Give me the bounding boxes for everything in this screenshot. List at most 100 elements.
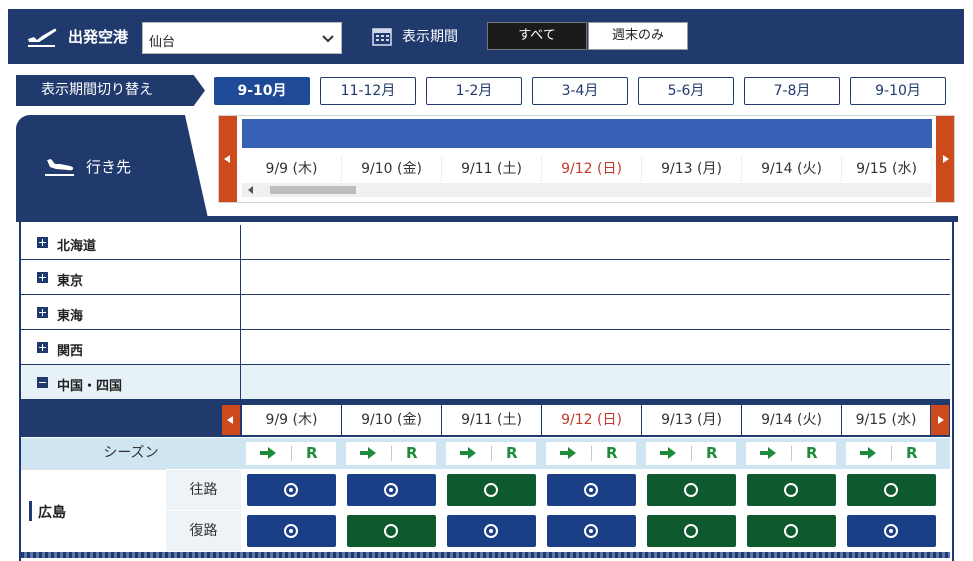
expanded-dates-next-button[interactable] [931,405,949,435]
header-date: 9/10 (金) [342,156,442,182]
period-tab-5-6[interactable]: 5-6月 [638,77,734,105]
region-cell: 中国・四国 [21,365,241,399]
show-all-button[interactable]: すべて [487,22,587,50]
arrow-right-icon [360,447,376,459]
period-tab-3-4[interactable]: 3-4月 [532,77,628,105]
season-cell: R [546,442,636,465]
arrow-right-icon [560,447,576,459]
season-cell: R [646,442,736,465]
destination-label: 行き先 [86,158,132,176]
outbound-availability-button[interactable] [847,474,936,506]
expanded-date-sunday: 9/12 (日) [542,405,641,435]
expand-plus-icon[interactable] [37,237,48,248]
outbound-availability-button[interactable] [747,474,836,506]
region-row-tokai[interactable]: 東海 [21,295,950,330]
chevron-right-icon [938,416,944,424]
outbound-availability-button[interactable] [447,474,536,506]
outbound-label: 往路 [166,469,241,510]
return-availability-button[interactable] [247,515,336,547]
period-tab-9-10-current[interactable]: 9-10月 [214,77,310,105]
expand-plus-icon[interactable] [37,342,48,353]
expanded-date: 9/10 (金) [342,405,441,435]
arrow-right-icon [460,447,476,459]
outbound-availability-button[interactable] [647,474,736,506]
region-cell: 東京 [21,260,241,294]
season-code: R [406,444,418,462]
departure-airport-select[interactable]: 仙台 [142,22,342,54]
weekend-only-button[interactable]: 週末のみ [588,22,688,50]
header-date: 9/13 (月) [642,156,742,182]
season-code: R [306,444,318,462]
season-separator [391,446,392,461]
departure-airport-value: 仙台 [149,35,176,50]
header-date-strip: 9/9 (木) 9/10 (金) 9/11 (土) 9/12 (日) 9/13 … [218,115,955,203]
available-dot-icon [289,529,293,533]
available-dot-icon [489,529,493,533]
scroll-left-arrow-icon[interactable] [248,186,253,194]
region-row-hokkaido[interactable]: 北海道 [21,225,950,260]
arrow-right-icon [660,447,676,459]
outbound-availability-button[interactable] [247,474,336,506]
period-tab-1-2[interactable]: 1-2月 [426,77,522,105]
region-row-chugoku-shikoku[interactable]: 中国・四国 [21,365,950,400]
season-cell: R [746,442,836,465]
return-label: 復路 [166,510,241,551]
region-label: 東海 [57,309,84,324]
available-dot-icon [389,488,393,492]
season-code: R [806,444,818,462]
available-dot-icon [289,488,293,492]
return-availability-button[interactable] [847,515,936,547]
chevron-right-icon [943,155,949,163]
available-dot-icon [589,488,593,492]
available-circle-icon [484,483,498,497]
return-availability-button[interactable] [747,515,836,547]
return-availability-button[interactable] [347,515,436,547]
outbound-availability-button[interactable] [547,474,636,506]
date-strip-next-button[interactable] [936,116,954,202]
horizontal-scrollbar[interactable] [242,183,932,197]
available-circle-icon [884,483,898,497]
destination-tab: 行き先 [16,115,208,218]
region-cell: 東海 [21,295,241,329]
region-row-tokyo[interactable]: 東京 [21,260,950,295]
season-label: シーズン [103,445,159,461]
city-name: 広島 [38,505,66,521]
season-code: R [606,444,618,462]
expand-plus-icon[interactable] [37,307,48,318]
season-cell: R [846,442,936,465]
region-row-kansai[interactable]: 関西 [21,330,950,365]
header-date: 9/9 (木) [242,156,342,182]
arrow-right-icon [860,447,876,459]
chevron-down-icon [322,35,334,43]
available-circle-icon [784,524,798,538]
table-bottom-edge [21,552,950,558]
period-tab-9-10-next[interactable]: 9-10月 [850,77,946,105]
city-cell: 広島 [21,469,166,552]
page: 出発空港 仙台 表示期間 すべて 週末のみ 表示期間切り替え 9-10月 11-… [0,0,973,561]
available-dot-icon [889,529,893,533]
season-cell: R [246,442,336,465]
collapse-minus-icon[interactable] [37,377,48,388]
expand-plus-icon[interactable] [37,272,48,283]
expanded-dates-prev-button[interactable] [222,405,240,435]
season-code: R [706,444,718,462]
expanded-date: 9/15 (水) [842,405,930,435]
display-period-label: 表示期間 [402,29,458,45]
region-label: 中国・四国 [57,379,123,394]
season-cell: R [346,442,436,465]
season-separator [491,446,492,461]
arrow-right-icon [760,447,776,459]
region-label: 北海道 [57,239,97,254]
scrollbar-thumb[interactable] [270,186,356,194]
period-tab-11-12[interactable]: 11-12月 [320,77,416,105]
period-tab-7-8[interactable]: 7-8月 [744,77,840,105]
date-strip-band [242,119,932,148]
available-circle-icon [384,524,398,538]
return-availability-button[interactable] [647,515,736,547]
return-availability-button[interactable] [547,515,636,547]
return-availability-button[interactable] [447,515,536,547]
outbound-availability-button[interactable] [347,474,436,506]
region-cell: 北海道 [21,225,241,259]
city-marker [29,501,32,521]
date-strip-prev-button[interactable] [219,116,237,202]
